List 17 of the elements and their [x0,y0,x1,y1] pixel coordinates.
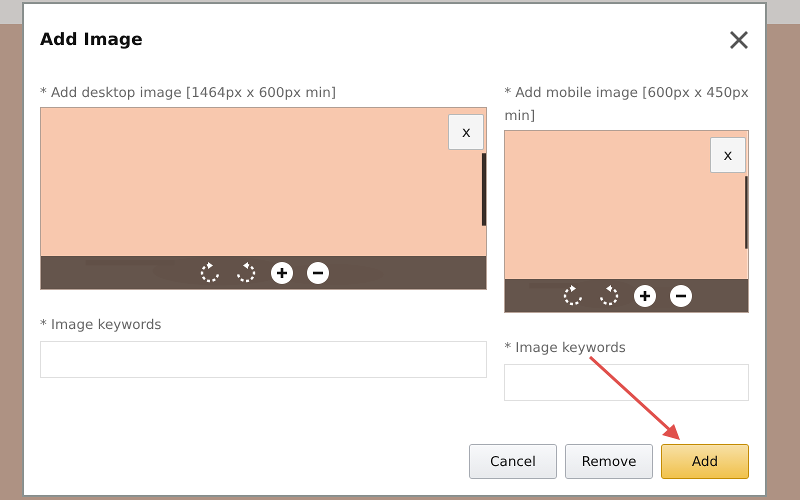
image-size-label: * Add mobile image [600px x 450px min] [504,84,749,126]
dialog-button[interactable]: Remove [565,444,653,479]
remove-image-button[interactable]: x [448,114,484,150]
zoom-in-icon[interactable] [632,284,657,308]
add-button[interactable]: Add [661,444,749,479]
keywords-field[interactable] [504,364,749,401]
keywords-field[interactable] [40,341,488,378]
zoom-in-icon[interactable] [270,260,294,284]
dialog-title: Add Image [40,30,143,50]
zoom-out-icon[interactable] [306,260,330,284]
keywords-label: * Image keywords [40,316,162,335]
image-size-label: * Add desktop image [1464px x 600px min] [40,84,338,103]
zoom-out-icon[interactable] [668,284,693,308]
close-icon[interactable] [729,30,749,50]
dialog-button[interactable]: Cancel [469,444,557,479]
keywords-label: * Image keywords [504,339,627,358]
remove-image-button[interactable]: x [710,137,746,173]
